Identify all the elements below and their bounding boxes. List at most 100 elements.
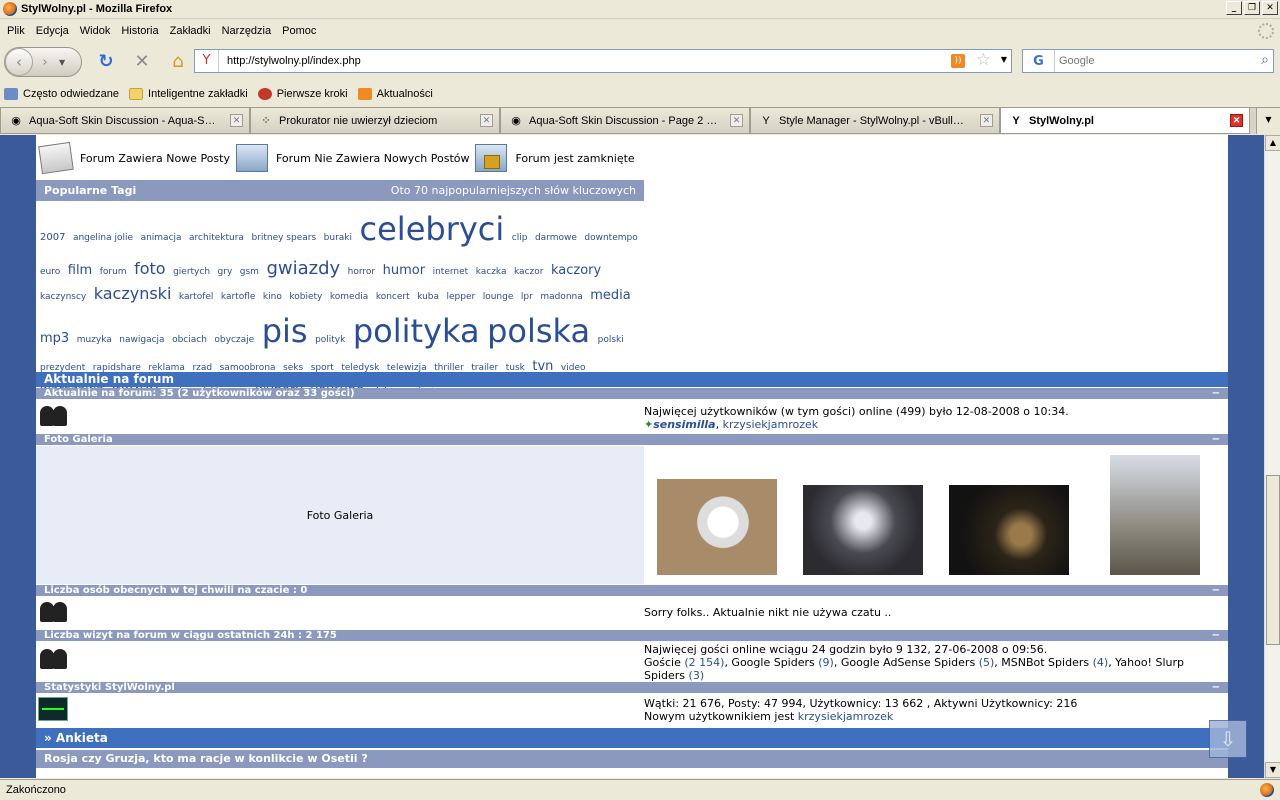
tag-link[interactable]: foto bbox=[134, 259, 165, 278]
url-dropdown-icon[interactable]: ▼ bbox=[1001, 55, 1007, 64]
tab-aqua-soft-2[interactable]: ◉ Aqua-Soft Skin Discussion - Page 2 - Aq… bbox=[500, 108, 750, 134]
tag-link[interactable]: architektura bbox=[189, 233, 244, 243]
menu-pomoc[interactable]: Pomoc bbox=[279, 25, 324, 37]
tag-link[interactable]: euro bbox=[40, 267, 60, 277]
tag-link[interactable]: horror bbox=[348, 267, 375, 277]
newest-user-link[interactable]: krzysiekjamrozek bbox=[798, 710, 894, 723]
tag-link[interactable]: kobiety bbox=[289, 292, 322, 302]
tag-link[interactable]: polityka bbox=[353, 312, 480, 350]
bookmark-pierwsze-kroki[interactable]: Pierwsze kroki bbox=[257, 88, 348, 100]
tag-link[interactable]: gry bbox=[218, 267, 233, 277]
gallery-photo-3[interactable] bbox=[949, 485, 1069, 575]
tag-link[interactable]: polski bbox=[598, 335, 624, 345]
scroll-down-arrow-icon[interactable]: ⇩ bbox=[1209, 720, 1247, 758]
menu-narzedzia[interactable]: Narzędzia bbox=[219, 25, 280, 37]
tag-link[interactable]: film bbox=[68, 263, 92, 278]
tag-link[interactable]: media bbox=[590, 288, 631, 303]
tag-link[interactable]: downtempo bbox=[584, 233, 637, 243]
tag-link[interactable]: obyczaje bbox=[214, 335, 254, 345]
tag-link[interactable]: animacja bbox=[141, 233, 182, 243]
tag-link[interactable]: kaczka bbox=[476, 267, 507, 277]
tab-style-manager[interactable]: Y Style Manager - StylWolny.pl - vBulleti… bbox=[750, 108, 1000, 134]
rss-feed-icon[interactable]: )) bbox=[951, 54, 965, 68]
tag-link[interactable]: angelina jolie bbox=[73, 233, 133, 243]
tag-link[interactable]: madonna bbox=[540, 292, 582, 302]
tag-link[interactable]: britney spears bbox=[251, 233, 316, 243]
tag-link[interactable]: giertych bbox=[173, 267, 210, 277]
tag-link[interactable]: kino bbox=[263, 292, 282, 302]
tag-link[interactable]: internet bbox=[433, 267, 469, 277]
menu-historia[interactable]: Historia bbox=[118, 25, 166, 37]
tag-link[interactable]: lepper bbox=[447, 292, 476, 302]
history-dropdown-icon[interactable]: ▼ bbox=[59, 58, 65, 67]
tag-link[interactable]: muzyka bbox=[77, 335, 112, 345]
tag-link[interactable]: kaczynski bbox=[94, 284, 172, 303]
online-user-sensimilla[interactable]: sensimilla bbox=[653, 418, 715, 431]
collapse-icon[interactable]: − bbox=[1212, 434, 1220, 445]
tag-link[interactable]: polska bbox=[487, 312, 590, 350]
tag-link[interactable]: koncert bbox=[376, 292, 410, 302]
vertical-scrollbar[interactable]: ▲ ▼ bbox=[1264, 135, 1280, 778]
tag-link[interactable]: komedia bbox=[330, 292, 368, 302]
tag-link[interactable]: kartofel bbox=[179, 292, 214, 302]
tag-link[interactable]: celebryci bbox=[360, 210, 505, 248]
tag-link[interactable]: kartofle bbox=[221, 292, 256, 302]
search-engine-icon[interactable]: G bbox=[1023, 50, 1055, 72]
close-tab-icon[interactable]: ✕ bbox=[230, 114, 243, 127]
close-tab-icon[interactable]: ✕ bbox=[730, 114, 743, 127]
bookmark-czesto-odwiedzane[interactable]: Często odwiedzane bbox=[4, 88, 119, 100]
tag-link[interactable]: lpr bbox=[521, 292, 533, 302]
tag-link[interactable]: lounge bbox=[483, 292, 514, 302]
scroll-up-icon[interactable]: ▲ bbox=[1265, 135, 1280, 151]
collapse-icon[interactable]: − bbox=[1212, 388, 1220, 399]
gallery-photo-1[interactable] bbox=[657, 479, 777, 575]
menu-edycja[interactable]: Edycja bbox=[33, 25, 77, 37]
tag-link[interactable]: obciach bbox=[172, 335, 207, 345]
reload-icon[interactable]: ↻ bbox=[94, 50, 118, 74]
menu-widok[interactable]: Widok bbox=[77, 25, 119, 37]
tag-link[interactable]: mp3 bbox=[40, 331, 69, 346]
gallery-photo-4[interactable] bbox=[1110, 455, 1200, 575]
scroll-down-icon[interactable]: ▼ bbox=[1265, 762, 1280, 778]
tag-link[interactable]: gwiazdy bbox=[266, 258, 340, 279]
tab-prokurator[interactable]: ⁘ Prokurator nie uwierzył dzieciom ✕ bbox=[250, 108, 500, 134]
gallery-photo-2[interactable] bbox=[803, 485, 923, 575]
tag-link[interactable]: polityk bbox=[315, 335, 345, 345]
url-text[interactable]: http://stylwolny.pl/index.php bbox=[219, 55, 361, 67]
tab-list-dropdown-icon[interactable]: ▼ bbox=[1256, 108, 1280, 134]
close-tab-icon[interactable]: ✕ bbox=[480, 114, 493, 127]
close-tab-icon[interactable]: ✕ bbox=[980, 114, 993, 127]
bookmark-inteligentne-zakladki[interactable]: Inteligentne zakładki bbox=[129, 88, 248, 100]
tab-aqua-soft-1[interactable]: ◉ Aqua-Soft Skin Discussion - Aqua-Soft .… bbox=[0, 108, 250, 134]
back-button[interactable]: ‹ bbox=[5, 48, 33, 76]
bookmark-aktualnosci[interactable]: Aktualności bbox=[357, 88, 433, 100]
close-window-button[interactable]: ✕ bbox=[1262, 1, 1278, 15]
bookmark-star-icon[interactable]: ☆ bbox=[976, 50, 991, 70]
online-user-krzysiekjamrozek[interactable]: krzysiekjamrozek bbox=[723, 418, 819, 431]
stop-icon[interactable]: ✕ bbox=[130, 50, 154, 74]
tag-link[interactable]: kaczory bbox=[551, 263, 601, 278]
menu-zakladki[interactable]: Zakładki bbox=[167, 25, 219, 37]
tab-stylwolny[interactable]: Y StylWolny.pl ✕ bbox=[1000, 108, 1250, 134]
home-icon[interactable]: ⌂ bbox=[166, 50, 190, 74]
tag-link[interactable]: kaczynscy bbox=[40, 292, 86, 302]
tag-link[interactable]: forum bbox=[100, 267, 127, 277]
scroll-thumb[interactable] bbox=[1266, 475, 1280, 645]
forward-button[interactable]: › bbox=[33, 55, 57, 70]
close-tab-icon[interactable]: ✕ bbox=[1230, 114, 1243, 127]
tag-link[interactable]: clip bbox=[512, 233, 528, 243]
collapse-icon[interactable]: − bbox=[1212, 630, 1220, 641]
menu-plik[interactable]: Plik bbox=[4, 25, 33, 37]
tag-link[interactable]: kuba bbox=[417, 292, 439, 302]
tag-link[interactable]: humor bbox=[383, 263, 425, 278]
tag-link[interactable]: buraki bbox=[324, 233, 352, 243]
url-bar[interactable]: Y http://stylwolny.pl/index.php )) ☆ ▼ bbox=[194, 49, 1012, 73]
collapse-icon[interactable]: − bbox=[1212, 585, 1220, 596]
tag-link[interactable]: 2007 bbox=[40, 232, 65, 243]
search-icon[interactable]: ⌕ bbox=[1261, 52, 1269, 68]
tag-link[interactable]: kaczor bbox=[514, 267, 543, 277]
tag-link[interactable]: darmowe bbox=[535, 233, 577, 243]
minimize-window-button[interactable]: _ bbox=[1226, 1, 1242, 15]
search-input[interactable] bbox=[1055, 55, 1245, 67]
collapse-icon[interactable]: − bbox=[1212, 682, 1220, 693]
